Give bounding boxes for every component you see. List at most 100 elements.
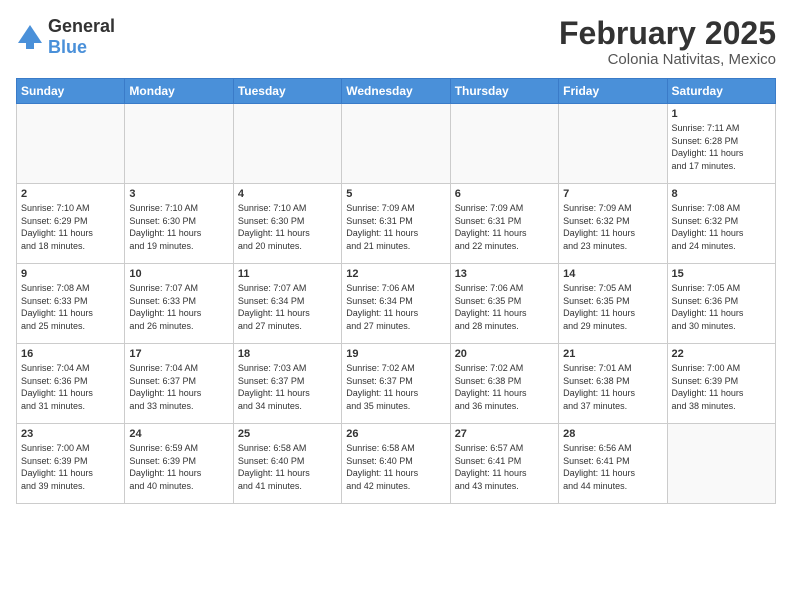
- day-info: Sunrise: 6:59 AMSunset: 6:39 PMDaylight:…: [129, 442, 228, 492]
- calendar-cell: 3 Sunrise: 7:10 AMSunset: 6:30 PMDaylight…: [125, 184, 233, 264]
- day-number: 5: [346, 188, 445, 200]
- weekday-header-saturday: Saturday: [667, 79, 775, 104]
- calendar-cell: [667, 424, 775, 504]
- month-title: February 2025: [559, 16, 776, 51]
- day-number: 21: [563, 348, 662, 360]
- day-info: Sunrise: 6:58 AMSunset: 6:40 PMDaylight:…: [238, 442, 337, 492]
- day-info: Sunrise: 7:05 AMSunset: 6:35 PMDaylight:…: [563, 282, 662, 332]
- day-number: 12: [346, 268, 445, 280]
- day-info: Sunrise: 6:56 AMSunset: 6:41 PMDaylight:…: [563, 442, 662, 492]
- week-row-3: 9 Sunrise: 7:08 AMSunset: 6:33 PMDaylight…: [17, 264, 776, 344]
- day-number: 20: [455, 348, 554, 360]
- day-info: Sunrise: 7:04 AMSunset: 6:37 PMDaylight:…: [129, 362, 228, 412]
- calendar-cell: 6 Sunrise: 7:09 AMSunset: 6:31 PMDaylight…: [450, 184, 558, 264]
- day-number: 23: [21, 428, 120, 440]
- day-number: 24: [129, 428, 228, 440]
- day-number: 27: [455, 428, 554, 440]
- calendar-cell: 16 Sunrise: 7:04 AMSunset: 6:36 PMDayligh…: [17, 344, 125, 424]
- day-info: Sunrise: 6:57 AMSunset: 6:41 PMDaylight:…: [455, 442, 554, 492]
- calendar-cell: 28Sunrise: 6:56 AMSunset: 6:41 PMDayligh…: [559, 424, 667, 504]
- calendar-cell: 7 Sunrise: 7:09 AMSunset: 6:32 PMDaylight…: [559, 184, 667, 264]
- week-row-5: 23 Sunrise: 7:00 AMSunset: 6:39 PMDayligh…: [17, 424, 776, 504]
- day-info: Sunrise: 7:06 AMSunset: 6:35 PMDaylight:…: [455, 282, 554, 332]
- calendar-cell: 14 Sunrise: 7:05 AMSunset: 6:35 PMDayligh…: [559, 264, 667, 344]
- day-number: 3: [129, 188, 228, 200]
- logo-blue: Blue: [48, 37, 87, 57]
- day-number: 1: [672, 108, 771, 120]
- calendar-cell: [450, 104, 558, 184]
- day-info: Sunrise: 7:07 AMSunset: 6:33 PMDaylight:…: [129, 282, 228, 332]
- calendar-cell: 9 Sunrise: 7:08 AMSunset: 6:33 PMDaylight…: [17, 264, 125, 344]
- week-row-4: 16 Sunrise: 7:04 AMSunset: 6:36 PMDayligh…: [17, 344, 776, 424]
- weekday-header-wednesday: Wednesday: [342, 79, 450, 104]
- calendar-cell: 13 Sunrise: 7:06 AMSunset: 6:35 PMDayligh…: [450, 264, 558, 344]
- calendar-cell: 5Sunrise: 7:09 AMSunset: 6:31 PMDaylight…: [342, 184, 450, 264]
- day-info: Sunrise: 7:10 AMSunset: 6:29 PMDaylight:…: [21, 202, 120, 252]
- day-info: Sunrise: 7:08 AMSunset: 6:32 PMDaylight:…: [672, 202, 771, 252]
- calendar-cell: 11Sunrise: 7:07 AMSunset: 6:34 PMDayligh…: [233, 264, 341, 344]
- day-number: 13: [455, 268, 554, 280]
- day-number: 17: [129, 348, 228, 360]
- calendar-cell: 17 Sunrise: 7:04 AMSunset: 6:37 PMDayligh…: [125, 344, 233, 424]
- day-number: 7: [563, 188, 662, 200]
- calendar-cell: 19Sunrise: 7:02 AMSunset: 6:37 PMDayligh…: [342, 344, 450, 424]
- day-info: Sunrise: 6:58 AMSunset: 6:40 PMDaylight:…: [346, 442, 445, 492]
- calendar-cell: 22 Sunrise: 7:00 AMSunset: 6:39 PMDayligh…: [667, 344, 775, 424]
- calendar-cell: 8Sunrise: 7:08 AMSunset: 6:32 PMDaylight…: [667, 184, 775, 264]
- page-header: General Blue February 2025 Colonia Nativ…: [16, 16, 776, 68]
- day-number: 19: [346, 348, 445, 360]
- weekday-header-sunday: Sunday: [17, 79, 125, 104]
- day-info: Sunrise: 7:04 AMSunset: 6:36 PMDaylight:…: [21, 362, 120, 412]
- calendar-cell: 15Sunrise: 7:05 AMSunset: 6:36 PMDayligh…: [667, 264, 775, 344]
- calendar-cell: [125, 104, 233, 184]
- day-number: 22: [672, 348, 771, 360]
- day-number: 6: [455, 188, 554, 200]
- day-info: Sunrise: 7:07 AMSunset: 6:34 PMDaylight:…: [238, 282, 337, 332]
- day-number: 9: [21, 268, 120, 280]
- day-number: 4: [238, 188, 337, 200]
- calendar-cell: 27 Sunrise: 6:57 AMSunset: 6:41 PMDayligh…: [450, 424, 558, 504]
- weekday-header-friday: Friday: [559, 79, 667, 104]
- day-info: Sunrise: 7:01 AMSunset: 6:38 PMDaylight:…: [563, 362, 662, 412]
- calendar-cell: 2 Sunrise: 7:10 AMSunset: 6:29 PMDaylight…: [17, 184, 125, 264]
- calendar-cell: [342, 104, 450, 184]
- day-number: 10: [129, 268, 228, 280]
- day-number: 26: [346, 428, 445, 440]
- calendar-cell: 12 Sunrise: 7:06 AMSunset: 6:34 PMDayligh…: [342, 264, 450, 344]
- location-title: Colonia Nativitas, Mexico: [559, 51, 776, 68]
- calendar-cell: 21 Sunrise: 7:01 AMSunset: 6:38 PMDayligh…: [559, 344, 667, 424]
- weekday-header-row: SundayMondayTuesdayWednesdayThursdayFrid…: [17, 79, 776, 104]
- day-number: 16: [21, 348, 120, 360]
- weekday-header-tuesday: Tuesday: [233, 79, 341, 104]
- day-info: Sunrise: 7:02 AMSunset: 6:38 PMDaylight:…: [455, 362, 554, 412]
- logo-icon: [16, 23, 44, 51]
- calendar-cell: 24 Sunrise: 6:59 AMSunset: 6:39 PMDayligh…: [125, 424, 233, 504]
- week-row-2: 2 Sunrise: 7:10 AMSunset: 6:29 PMDaylight…: [17, 184, 776, 264]
- day-info: Sunrise: 7:10 AMSunset: 6:30 PMDaylight:…: [129, 202, 228, 252]
- calendar-cell: [233, 104, 341, 184]
- calendar-cell: 20 Sunrise: 7:02 AMSunset: 6:38 PMDayligh…: [450, 344, 558, 424]
- day-info: Sunrise: 7:06 AMSunset: 6:34 PMDaylight:…: [346, 282, 445, 332]
- day-info: Sunrise: 7:00 AMSunset: 6:39 PMDaylight:…: [21, 442, 120, 492]
- calendar-cell: 26 Sunrise: 6:58 AMSunset: 6:40 PMDayligh…: [342, 424, 450, 504]
- day-number: 14: [563, 268, 662, 280]
- calendar-cell: 10 Sunrise: 7:07 AMSunset: 6:33 PMDayligh…: [125, 264, 233, 344]
- calendar-table: SundayMondayTuesdayWednesdayThursdayFrid…: [16, 78, 776, 504]
- day-info: Sunrise: 7:09 AMSunset: 6:32 PMDaylight:…: [563, 202, 662, 252]
- calendar-cell: 4 Sunrise: 7:10 AMSunset: 6:30 PMDaylight…: [233, 184, 341, 264]
- day-info: Sunrise: 7:09 AMSunset: 6:31 PMDaylight:…: [455, 202, 554, 252]
- day-info: Sunrise: 7:03 AMSunset: 6:37 PMDaylight:…: [238, 362, 337, 412]
- calendar-cell: 23 Sunrise: 7:00 AMSunset: 6:39 PMDayligh…: [17, 424, 125, 504]
- day-number: 15: [672, 268, 771, 280]
- day-number: 2: [21, 188, 120, 200]
- calendar-cell: 18 Sunrise: 7:03 AMSunset: 6:37 PMDayligh…: [233, 344, 341, 424]
- day-info: Sunrise: 7:11 AMSunset: 6:28 PMDaylight:…: [672, 122, 771, 172]
- day-info: Sunrise: 7:10 AMSunset: 6:30 PMDaylight:…: [238, 202, 337, 252]
- calendar-cell: [17, 104, 125, 184]
- calendar-cell: 1 Sunrise: 7:11 AMSunset: 6:28 PMDaylight…: [667, 104, 775, 184]
- logo: General Blue: [16, 16, 115, 58]
- calendar-cell: 25Sunrise: 6:58 AMSunset: 6:40 PMDayligh…: [233, 424, 341, 504]
- day-info: Sunrise: 7:00 AMSunset: 6:39 PMDaylight:…: [672, 362, 771, 412]
- day-number: 18: [238, 348, 337, 360]
- day-info: Sunrise: 7:08 AMSunset: 6:33 PMDaylight:…: [21, 282, 120, 332]
